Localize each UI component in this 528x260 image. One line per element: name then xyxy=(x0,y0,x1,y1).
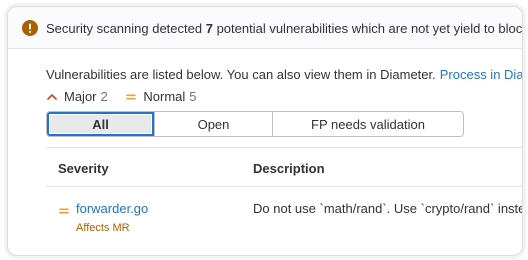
vulnerability-table-header: Severity Description xyxy=(46,147,522,187)
count-major: Major 2 xyxy=(46,89,108,104)
vulnerability-file-link[interactable]: forwarder.go xyxy=(76,201,148,216)
process-in-diameter-link[interactable]: Process in Diameter xyxy=(439,67,523,82)
table-row: forwarder.go Affects MR Do not use `math… xyxy=(46,186,522,246)
affects-mr-badge: Affects MR xyxy=(76,222,130,234)
process-link-label: Process in Diameter xyxy=(439,67,523,82)
scan-summary-header: Security scanning detected 7 potential v… xyxy=(8,7,522,49)
summary-text-prefix: Security scanning detected xyxy=(46,21,206,36)
filter-all-button[interactable]: All xyxy=(47,112,155,136)
filter-segmented-control: All Open FP needs validation xyxy=(46,111,464,137)
column-header-description[interactable]: Description xyxy=(253,161,325,176)
chevron-up-icon xyxy=(47,93,57,100)
equals-icon xyxy=(59,208,69,214)
summary-text-suffix: potential vulnerabilities which are not … xyxy=(212,21,523,36)
filter-fp-needs-validation-button[interactable]: FP needs validation xyxy=(273,112,463,136)
count-normal-label: Normal xyxy=(143,89,186,104)
intro-line: Vulnerabilities are listed below. You ca… xyxy=(46,67,523,82)
column-header-severity[interactable]: Severity xyxy=(58,161,109,176)
count-normal-value: 5 xyxy=(189,89,197,104)
count-normal: Normal 5 xyxy=(125,89,197,104)
scan-summary-text: Security scanning detected 7 potential v… xyxy=(46,21,523,36)
vulnerability-description: Do not use `math/rand`. Use `crypto/rand… xyxy=(253,201,523,216)
filter-open-button[interactable]: Open xyxy=(155,112,273,136)
intro-text: Vulnerabilities are listed below. You ca… xyxy=(46,67,436,82)
security-report-card: Security scanning detected 7 potential v… xyxy=(7,6,523,256)
warning-icon xyxy=(22,20,38,36)
equals-icon xyxy=(126,94,137,99)
count-major-label: Major xyxy=(64,89,97,104)
count-major-value: 2 xyxy=(100,89,108,104)
vulnerability-count: 7 xyxy=(205,21,213,36)
severity-counts: Major 2 Normal 5 xyxy=(46,89,211,106)
